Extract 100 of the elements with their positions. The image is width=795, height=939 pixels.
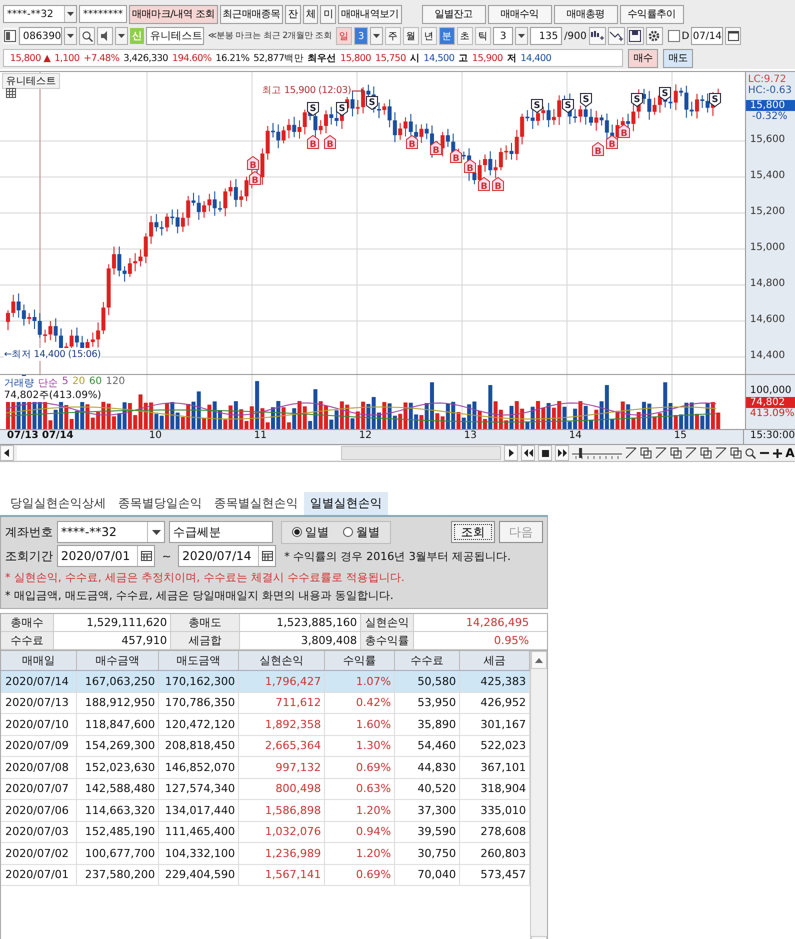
day-count-field[interactable]: 3 [354, 27, 368, 45]
window-icon[interactable] [3, 28, 17, 44]
rewind-icon[interactable] [521, 445, 536, 461]
table-row[interactable]: 2020/07/06 114,663,320 134,017,440 1,586,898 1.20% 37,300 335,010 [1, 800, 530, 822]
stock-name-field[interactable]: 유니테스트 [146, 27, 204, 45]
caret-icon [535, 658, 543, 662]
fast-forward-icon[interactable] [555, 445, 570, 461]
column-header[interactable]: 수수료 [395, 651, 460, 670]
table-row[interactable]: 2020/07/14 167,063,250 170,162,300 1,796,427 1.07% 50,580 425,383 [1, 671, 530, 692]
calendar-icon[interactable] [137, 546, 154, 566]
dropdown-icon[interactable] [515, 27, 528, 45]
table-cell: 152,485,190 [77, 822, 159, 842]
plus-icon[interactable] [772, 448, 782, 458]
chart-tool-icon[interactable] [715, 447, 728, 459]
column-header[interactable]: 매매일 [1, 651, 77, 670]
dropdown-icon[interactable] [115, 27, 128, 45]
chart-tool-icon[interactable] [670, 447, 682, 459]
calendar-icon[interactable] [258, 546, 276, 566]
buy-mark: B [478, 177, 490, 191]
toolbar-button[interactable]: 매매수익 [488, 4, 552, 24]
table-row[interactable]: 2020/07/08 152,023,630 146,852,070 997,132 0.69% 44,830 367,101 [1, 757, 530, 778]
table-row[interactable]: 2020/07/10 118,847,600 120,472,120 1,892,358 1.60% 35,890 301,167 [1, 714, 530, 736]
account-name-field[interactable]: 수급쎄분 [169, 521, 273, 543]
date-field[interactable]: 07/14 [691, 27, 724, 45]
play-icon[interactable] [504, 445, 518, 461]
account-label: 계좌번호 [5, 524, 53, 540]
quote-value: 14,500 [424, 52, 454, 64]
toolbar-button[interactable]: 잔 [285, 4, 301, 24]
scroll-left-button[interactable] [0, 445, 14, 461]
search-button[interactable]: 조회 [451, 521, 495, 543]
toolbar-button[interactable]: 체 [302, 4, 318, 24]
slider-thumb[interactable] [579, 448, 582, 458]
table-row[interactable]: 2020/07/01 237,580,200 229,404,590 1,567,141 0.69% 70,040 573,457 [1, 864, 530, 886]
chart-tool-icon[interactable] [640, 447, 652, 459]
chart-tool-icon[interactable] [625, 447, 638, 459]
time-label: 15:30:00 [749, 430, 795, 443]
table-cell: 39,590 [395, 822, 460, 842]
add-indicator-icon[interactable] [588, 27, 606, 45]
sell-mark: S [336, 102, 348, 116]
stop-icon[interactable] [538, 445, 552, 461]
search-icon[interactable] [745, 448, 756, 458]
period-button[interactable]: 월 [403, 27, 420, 45]
dropdown-icon[interactable] [370, 27, 384, 45]
period-button[interactable]: 주 [385, 27, 402, 45]
code-field[interactable]: 086390 [19, 27, 62, 45]
account-field[interactable]: ****-**32 [57, 521, 165, 543]
table-cell: 188,912,950 [77, 692, 159, 713]
chart-tool-icon[interactable] [655, 447, 668, 459]
checkbox[interactable] [668, 30, 680, 42]
radio-button[interactable]: 월별 [343, 524, 380, 540]
sell-button[interactable]: 매도 [663, 48, 693, 68]
zoom-slider[interactable] [572, 447, 622, 459]
table-row[interactable]: 2020/07/07 142,588,480 127,574,340 800,498 0.63% 40,520 318,904 [1, 778, 530, 800]
chart-tool-icon[interactable] [700, 447, 712, 459]
toolbar-button[interactable]: 수익률추이 [620, 4, 684, 24]
font-size-button[interactable]: A [785, 446, 795, 460]
period-button[interactable]: 틱 [475, 27, 492, 45]
toolbar-button[interactable]: 매매총평 [554, 4, 618, 24]
summary-label: 수수료 [1, 632, 54, 649]
account-field[interactable]: ****-**32 [3, 5, 77, 23]
column-header[interactable]: 수익률 [325, 651, 395, 670]
dropdown-icon[interactable] [64, 27, 77, 45]
bar-count-field[interactable]: 135 [530, 27, 562, 45]
minus-icon[interactable] [759, 452, 770, 454]
table-row[interactable]: 2020/07/13 188,912,950 170,786,350 711,612 0.42% 53,950 426,952 [1, 692, 530, 714]
period-button[interactable]: 년 [421, 27, 438, 45]
dropdown-icon[interactable] [64, 6, 76, 22]
table-row[interactable]: 2020/07/02 100,677,700 104,332,100 1,236,989 1.20% 30,750 260,803 [1, 843, 530, 864]
search-icon[interactable] [79, 27, 95, 45]
toolbar-button[interactable]: 일별잔고 [422, 4, 486, 24]
grid-icon[interactable] [6, 88, 16, 101]
tab[interactable]: 일별실현손익 [304, 492, 388, 515]
scroll-up-button[interactable] [531, 651, 547, 669]
column-header[interactable]: 실현손익 [239, 651, 325, 670]
period-button[interactable]: 초 [457, 27, 474, 45]
end-date-field[interactable]: 2020/07/14 [178, 545, 276, 567]
buy-button[interactable]: 매수 [628, 48, 658, 68]
dropdown-icon[interactable] [147, 522, 164, 542]
column-header[interactable]: 매도금액 [159, 651, 239, 670]
start-date-field[interactable]: 2020/07/01 [57, 545, 155, 567]
password-field[interactable]: ******** [79, 5, 127, 23]
scroll-thumb[interactable] [341, 446, 502, 460]
chart-tool-icon[interactable] [730, 447, 742, 459]
speaker-icon[interactable] [97, 27, 113, 45]
interval-field[interactable]: 3 [493, 27, 514, 45]
chart-tool-icon[interactable] [685, 447, 698, 459]
save-icon[interactable] [626, 27, 644, 45]
settings-icon[interactable] [646, 27, 663, 45]
toolbar-button[interactable]: 매매마크/내역 조회 [129, 4, 218, 24]
toolbar-button[interactable]: 미 [320, 4, 336, 24]
toolbar-button[interactable]: 최근매매종목 [220, 4, 284, 24]
toolbar-button[interactable]: 매매내역보기 [338, 4, 402, 24]
radio-button[interactable]: 일별 [292, 524, 329, 540]
calendar-icon[interactable] [725, 27, 742, 45]
day-button[interactable]: 일 [336, 27, 352, 45]
table-row[interactable]: 2020/07/03 152,485,190 111,465,400 1,032,076 0.94% 39,590 278,608 [1, 822, 530, 843]
column-header[interactable]: 매수금액 [77, 651, 159, 670]
table-cell: 2020/07/01 [1, 864, 77, 885]
period-button[interactable]: 분 [439, 27, 456, 45]
table-row[interactable]: 2020/07/09 154,269,300 208,818,450 2,665,364 1.30% 54,460 522,023 [1, 736, 530, 757]
